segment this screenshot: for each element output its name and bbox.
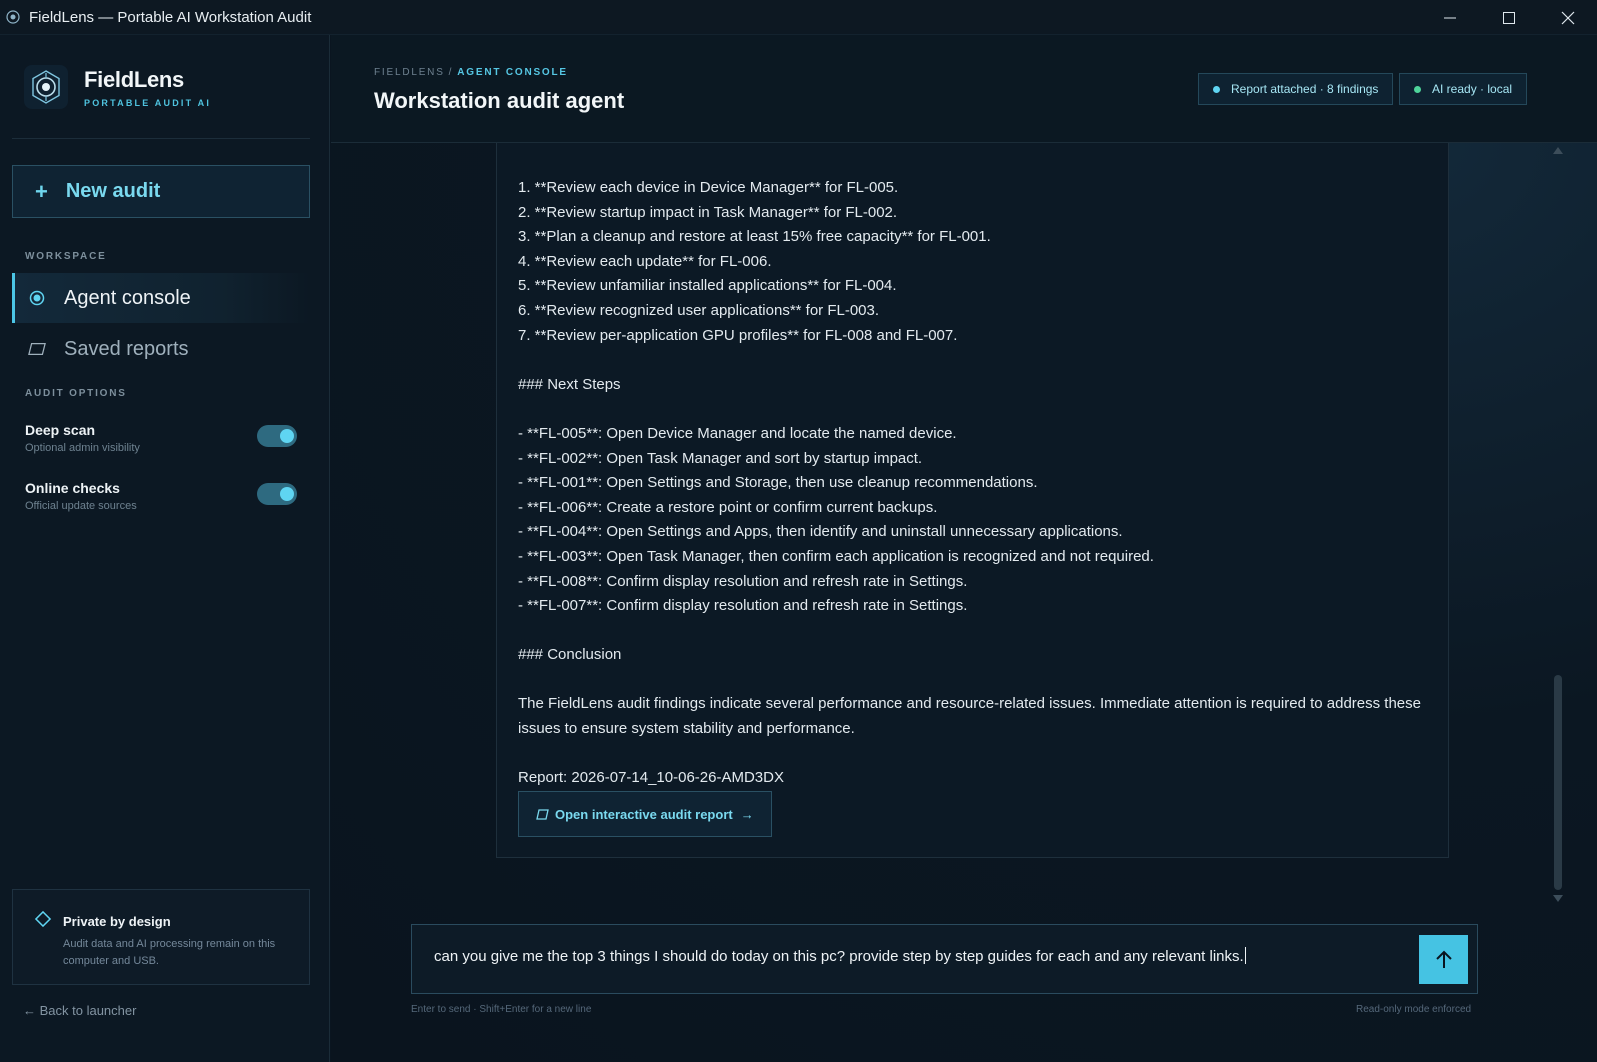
scroll-up-arrow-icon[interactable] xyxy=(1553,147,1563,154)
step-line: 7. **Review per-application GPU profiles… xyxy=(518,326,958,344)
next-step-line: - **FL-001**: Open Settings and Storage,… xyxy=(518,474,1038,492)
report-icon xyxy=(28,340,46,358)
assistant-message: 1. **Review each device in Device Manage… xyxy=(496,143,1449,858)
message-body: 1. **Review each device in Device Manage… xyxy=(518,176,1438,791)
back-to-launcher-link[interactable]: ← Back to launcher xyxy=(23,1003,136,1018)
next-step-line: - **FL-003**: Open Task Manager, then co… xyxy=(518,547,1154,565)
chat-scroll-area[interactable]: 1. **Review each device in Device Manage… xyxy=(331,143,1597,908)
online-checks-toggle[interactable] xyxy=(257,483,297,505)
step-line: 1. **Review each device in Device Manage… xyxy=(518,179,899,196)
composer-hint: Enter to send · Shift+Enter for a new li… xyxy=(411,1004,592,1015)
read-only-notice: Read-only mode enforced xyxy=(1356,1004,1472,1015)
toggle-knob xyxy=(280,487,294,501)
scrollbar-thumb[interactable] xyxy=(1554,675,1562,890)
new-audit-button[interactable]: + New audit xyxy=(12,165,310,218)
breadcrumb: FIELDLENS / AGENT CONSOLE xyxy=(374,67,568,78)
text-caret xyxy=(1244,947,1246,964)
sidebar-item-agent-console[interactable]: Agent console xyxy=(12,273,310,323)
maximize-icon xyxy=(1502,11,1515,24)
next-step-line: - **FL-006**: Create a restore point or … xyxy=(518,498,938,516)
sidebar: FieldLens PORTABLE AUDIT AI + New audit … xyxy=(0,35,330,1062)
next-step-line: - **FL-008**: Confirm display resolution… xyxy=(518,572,968,590)
report-attached-badge: Report attached · 8 findings xyxy=(1198,73,1394,105)
step-line: 4. **Review each update** for FL-006. xyxy=(518,252,772,270)
send-button[interactable] xyxy=(1419,935,1468,984)
arrow-up-icon xyxy=(1435,950,1452,968)
audit-options-section-label: AUDIT OPTIONS xyxy=(25,388,127,399)
page-title: Workstation audit agent xyxy=(374,88,625,113)
brand: FieldLens PORTABLE AUDIT AI xyxy=(24,65,211,109)
chat-scrollbar[interactable] xyxy=(1551,145,1565,910)
sidebar-item-label: Saved reports xyxy=(64,337,189,360)
minimize-button[interactable] xyxy=(1420,0,1479,35)
conclusion-text: The FieldLens audit findings indicate se… xyxy=(518,695,1421,738)
brand-logo-icon xyxy=(24,65,68,109)
badge-label: AI ready · local xyxy=(1432,82,1513,96)
privacy-text: Audit data and AI processing remain on t… xyxy=(63,938,276,967)
message-composer[interactable]: can you give me the top 3 things I shoul… xyxy=(411,924,1478,994)
next-step-line: - **FL-004**: Open Settings and Apps, th… xyxy=(518,523,1123,541)
toggle-knob xyxy=(280,429,294,443)
arrow-right-icon: → xyxy=(740,806,754,822)
privacy-title: Private by design xyxy=(63,914,171,929)
minimize-icon xyxy=(1443,17,1456,18)
next-steps-heading: ### Next Steps xyxy=(518,375,621,393)
new-audit-label: New audit xyxy=(65,180,161,202)
plus-icon: + xyxy=(35,178,48,204)
breadcrumb-root[interactable]: FIELDLENS xyxy=(374,67,445,78)
conclusion-heading: ### Conclusion xyxy=(518,646,622,664)
window-title: FieldLens — Portable AI Workstation Audi… xyxy=(29,8,312,26)
step-line: 5. **Review unfamiliar installed applica… xyxy=(518,277,897,295)
badge-label: Report attached · 8 findings xyxy=(1231,82,1379,96)
privacy-card: Private by design Audit data and AI proc… xyxy=(12,889,310,985)
diamond-icon xyxy=(34,910,52,928)
sidebar-item-saved-reports[interactable]: Saved reports xyxy=(12,324,310,374)
step-line: 6. **Review recognized user applications… xyxy=(518,301,880,319)
option-subtitle: Official update sources xyxy=(25,500,137,512)
maximize-button[interactable] xyxy=(1479,0,1538,35)
close-button[interactable] xyxy=(1538,0,1597,35)
window-controls xyxy=(1420,0,1597,35)
sidebar-item-label: Agent console xyxy=(64,286,191,309)
step-line: 2. **Review startup impact in Task Manag… xyxy=(518,203,898,221)
brand-name: FieldLens xyxy=(84,66,184,92)
page-header: FIELDLENS / AGENT CONSOLE Workstation audi… xyxy=(331,35,1597,143)
option-subtitle: Optional admin visibility xyxy=(25,442,140,454)
main-panel: FIELDLENS / AGENT CONSOLE Workstation audi… xyxy=(331,35,1597,1062)
option-deep-scan: Deep scan Optional admin visibility xyxy=(25,422,297,454)
option-online-checks: Online checks Official update sources xyxy=(25,480,297,512)
ai-ready-badge: AI ready · local xyxy=(1399,73,1528,105)
workspace-section-label: WORKSPACE xyxy=(25,251,107,262)
breadcrumb-current: AGENT CONSOLE xyxy=(457,67,568,78)
sidebar-divider xyxy=(12,138,310,139)
status-dot-icon xyxy=(1414,85,1421,93)
title-bar: FieldLens — Portable AI Workstation Audi… xyxy=(0,0,1597,35)
next-step-line: - **FL-007**: Confirm display resolution… xyxy=(518,597,968,615)
app-logo-icon xyxy=(6,10,20,24)
status-dot-icon xyxy=(1213,85,1220,93)
report-icon xyxy=(536,808,549,820)
next-step-line: - **FL-005**: Open Device Manager and lo… xyxy=(518,424,957,442)
radio-dot-icon xyxy=(28,289,46,307)
next-step-line: - **FL-002**: Open Task Manager and sort… xyxy=(518,449,923,467)
report-button-label: Open interactive audit report xyxy=(555,806,733,822)
brand-subtitle: PORTABLE AUDIT AI xyxy=(84,97,212,108)
report-id-line: Report: 2026-07-14_10-06-26-AMD3DX xyxy=(518,769,784,787)
message-input[interactable]: can you give me the top 3 things I shoul… xyxy=(434,947,1246,965)
breadcrumb-separator: / xyxy=(448,67,454,78)
open-audit-report-button[interactable]: Open interactive audit report → xyxy=(518,791,772,837)
close-icon xyxy=(1561,11,1574,24)
scroll-down-arrow-icon[interactable] xyxy=(1553,895,1563,902)
step-line: 3. **Plan a cleanup and restore at least… xyxy=(518,228,991,246)
deep-scan-toggle[interactable] xyxy=(257,425,297,447)
